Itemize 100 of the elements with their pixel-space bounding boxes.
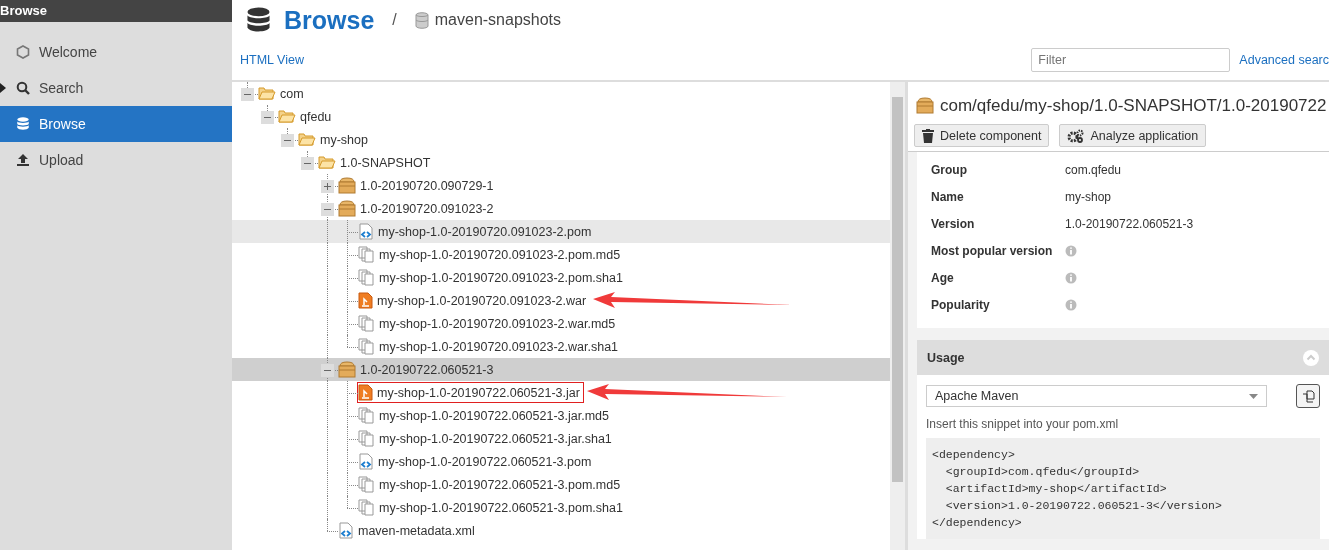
usage-title: Usage [927,350,965,365]
collapse-icon[interactable] [321,364,334,377]
sidebar-item[interactable]: Welcome [0,34,232,70]
tree-node-label[interactable]: my-shop-1.0-20190720.091023-2.war [377,293,587,308]
sidebar-item[interactable]: Search [0,70,232,106]
sidebar-title: Browse [0,2,47,20]
snippet-hint: Insert this snippet into your pom.xml [926,417,1120,431]
analyze-button[interactable]: Analyze application [1059,124,1207,147]
database-icon [16,117,30,131]
field-value: my-shop [1065,189,1111,204]
code-file-icon [358,223,374,240]
copy-icon [1301,389,1315,403]
tree-node-label[interactable]: my-shop-1.0-20190722.060521-3.jar [377,385,580,400]
code-file-icon [338,522,354,539]
code-snippet: <dependency> <groupId>com.qfedu</groupId> <artifactId>my-shop</artifactId> <version>1.0-20190722.060521-3</version> </dependency> [926,438,1320,539]
tree-row[interactable]: my-shop-1.0-20190720.091023-2.pom [232,220,890,243]
tree-node-label[interactable]: my-shop-1.0-20190722.060521-3.jar.md5 [379,408,609,423]
tree-row[interactable]: my-shop-1.0-20190720.091023-2.war.md5 [232,312,890,335]
tree-row[interactable]: my-shop-1.0-20190720.091023-2.war [232,289,890,312]
database-icon [414,11,429,29]
folder-icon [258,86,276,101]
html-view-link[interactable]: HTML View [240,53,304,67]
collapse-icon[interactable] [261,111,274,124]
field-label: Version [931,216,976,231]
delete-button[interactable]: Delete component [914,124,1050,147]
tree-node-label[interactable]: qfedu [300,109,332,124]
repository-name: maven-snapshots [434,11,562,29]
tree-node-label[interactable]: my-shop-1.0-20190722.060521-3.pom [378,454,592,469]
tree-row[interactable]: 1.0-SNAPSHOT [232,151,890,174]
field-label: Most popular version [931,243,1054,258]
hexagon-icon [16,45,30,59]
tree-node-label[interactable]: my-shop-1.0-20190722.060521-3.pom.sha1 [379,500,623,515]
tree-row[interactable]: 1.0-20190720.090729-1 [232,174,890,197]
tree-row[interactable]: my-shop-1.0-20190722.060521-3.pom.md5 [232,473,890,496]
tree-node-label[interactable]: my-shop-1.0-20190720.091023-2.war.sha1 [379,339,619,354]
box-icon [338,177,356,194]
tree-node-label[interactable]: 1.0-20190720.091023-2 [360,201,494,216]
tree-row[interactable]: my-shop-1.0-20190722.060521-3.jar [232,381,890,404]
tree-node-label[interactable]: my-shop-1.0-20190722.060521-3.pom.md5 [379,477,621,492]
files-icon [358,407,375,424]
tree-row[interactable]: my-shop-1.0-20190722.060521-3.jar.md5 [232,404,890,427]
tree-row[interactable]: 1.0-20190720.091023-2 [232,197,890,220]
archive-file-icon [358,384,373,401]
gears-icon [1067,128,1085,143]
collapse-icon[interactable] [281,134,294,147]
collapse-icon[interactable] [241,88,254,101]
folder-icon [318,155,336,170]
copy-button[interactable] [1296,384,1320,408]
files-icon [358,315,375,332]
upload-icon [16,153,30,167]
advanced-search-link[interactable]: Advanced searc [1239,53,1329,67]
tree-node-label[interactable]: my-shop-1.0-20190720.091023-2.pom.sha1 [379,270,623,285]
tree-node-label[interactable]: maven-metadata.xml [358,523,475,538]
tree-row[interactable]: my-shop [232,128,890,151]
tree-row[interactable]: my-shop-1.0-20190722.060521-3.pom [232,450,890,473]
expand-icon[interactable] [321,180,334,193]
tree-node-label[interactable]: my-shop-1.0-20190722.060521-3.jar.sha1 [379,431,612,446]
tree-node-label[interactable]: com [280,86,304,101]
files-icon [358,338,375,355]
dropdown-caret-icon[interactable] [1249,393,1258,399]
field-label: Popularity [931,297,991,312]
sidebar-item[interactable]: Browse [0,106,232,142]
files-icon [358,499,375,516]
tree-node-label[interactable]: 1.0-20190722.060521-3 [360,362,494,377]
tree-node-label[interactable]: my-shop-1.0-20190720.091023-2.pom [378,224,592,239]
files-icon [358,269,375,286]
tree-node-label[interactable]: my-shop-1.0-20190720.091023-2.pom.md5 [379,247,621,262]
page-title: Browse [284,5,375,35]
tree-node-label[interactable]: 1.0-SNAPSHOT [340,155,431,170]
files-icon [358,430,375,447]
folder-icon [278,109,296,124]
files-icon [358,246,375,263]
tree-row[interactable]: my-shop-1.0-20190722.060521-3.pom.sha1 [232,496,890,519]
format-dropdown[interactable]: Apache Maven [926,385,1267,407]
box-icon [916,97,934,114]
database-icon [245,6,272,34]
code-file-icon [358,453,374,470]
tree-row[interactable]: my-shop-1.0-20190722.060521-3.jar.sha1 [232,427,890,450]
tree-row[interactable]: qfedu [232,105,890,128]
tree-node-label[interactable]: my-shop [320,132,368,147]
field-label: Age [931,270,955,285]
tree-row[interactable]: 1.0-20190722.060521-3 [232,358,890,381]
sidebar-item[interactable]: Upload [0,142,232,178]
tree-row[interactable]: my-shop-1.0-20190720.091023-2.pom.md5 [232,243,890,266]
filter-field[interactable]: Filter [1031,48,1231,72]
collapse-icon[interactable] [321,203,334,216]
tree-row[interactable]: maven-metadata.xml [232,519,890,542]
field-label: Group [931,162,968,177]
box-icon [338,361,356,378]
tree-row[interactable]: my-shop-1.0-20190720.091023-2.pom.sha1 [232,266,890,289]
tree-row[interactable]: com [232,82,890,105]
files-icon [358,476,375,493]
folder-icon [298,132,316,147]
field-value: com.qfedu [1065,162,1122,177]
tree-node-label[interactable]: my-shop-1.0-20190720.091023-2.war.md5 [379,316,616,331]
component-path: com/qfedu/my-shop/1.0-SNAPSHOT/1.0-20190722 [940,95,1327,116]
collapse-icon[interactable] [301,157,314,170]
caret-icon[interactable] [0,83,6,93]
search-icon [16,81,30,95]
tree-node-label[interactable]: 1.0-20190720.090729-1 [360,178,494,193]
